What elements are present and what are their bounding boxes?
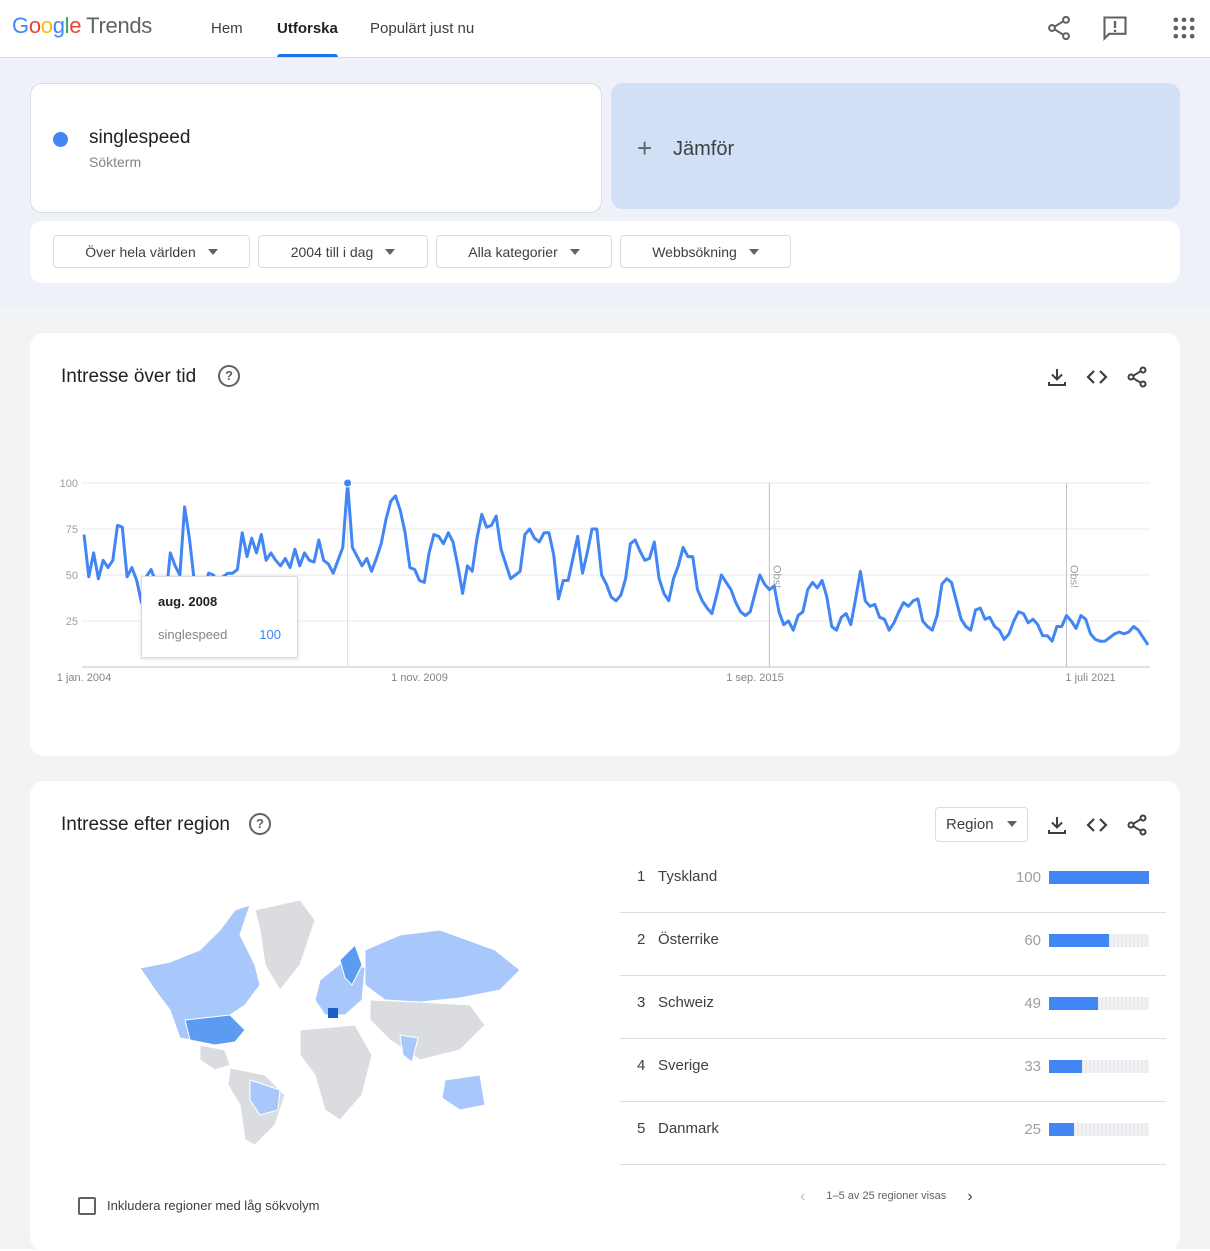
region-name: Tyskland: [658, 868, 718, 885]
y-tick-label: 50: [66, 570, 78, 582]
map-region-russia[interactable]: [364, 929, 521, 1003]
chevron-right-icon[interactable]: ›: [967, 1188, 972, 1205]
y-tick-label: 75: [66, 524, 78, 536]
region-bar: [1049, 934, 1149, 947]
chevron-left-icon[interactable]: ‹: [800, 1188, 805, 1205]
region-value: 60: [1024, 932, 1041, 949]
chart-tooltip: aug. 2008 singlespeed 100: [141, 576, 298, 658]
region-bar: [1049, 1123, 1149, 1136]
region-value: 25: [1024, 1121, 1041, 1138]
caret-down-icon: [1006, 821, 1017, 828]
help-icon[interactable]: ?: [249, 813, 271, 835]
interest-by-region-title: Intresse efter region: [61, 814, 230, 835]
region-row[interactable]: 2 Österrike 60: [620, 913, 1166, 976]
download-icon[interactable]: [1045, 813, 1069, 837]
low-volume-label: Inkludera regioner med låg sökvolym: [107, 1198, 320, 1213]
region-bar: [1049, 1060, 1149, 1073]
region-name: Schweiz: [658, 994, 714, 1011]
world-map[interactable]: [100, 890, 540, 1150]
region-name: Danmark: [658, 1120, 719, 1137]
low-volume-checkbox[interactable]: [78, 1197, 96, 1215]
map-region-africa[interactable]: [299, 1024, 373, 1121]
region-row[interactable]: 3 Schweiz 49: [620, 976, 1166, 1039]
y-tick-label: 25: [66, 616, 78, 628]
region-row[interactable]: 5 Danmark 25: [620, 1102, 1166, 1165]
region-value: 49: [1024, 995, 1041, 1012]
x-tick-label: 1 nov. 2009: [391, 672, 448, 684]
note-label: Obs!: [770, 565, 782, 588]
tooltip-term: singlespeed: [158, 627, 228, 642]
embed-code-icon[interactable]: [1085, 813, 1109, 837]
region-value: 100: [1015, 869, 1041, 886]
region-bar: [1049, 871, 1149, 884]
region-row[interactable]: 1 Tyskland 100: [620, 850, 1166, 913]
map-region-india[interactable]: [399, 1034, 419, 1063]
x-tick-label: 1 jan. 2004: [57, 672, 111, 684]
note-label: Obs!: [1068, 565, 1080, 588]
map-region-europe[interactable]: [314, 944, 366, 1018]
y-tick-label: 100: [60, 478, 78, 490]
region-name: Sverige: [658, 1057, 709, 1074]
map-region-north-america[interactable]: [139, 904, 261, 1046]
region-bar: [1049, 997, 1149, 1010]
resolution-select[interactable]: Region: [935, 807, 1028, 842]
map-region-asia[interactable]: [369, 999, 486, 1061]
map-region-australia[interactable]: [441, 1074, 486, 1111]
share-icon[interactable]: [1125, 813, 1149, 837]
map-region-south-america[interactable]: [227, 1067, 286, 1146]
tooltip-value: 100: [259, 627, 281, 642]
x-tick-label: 1 juli 2021: [1065, 672, 1115, 684]
pagination: ‹ 1–5 av 25 regioner visas ›: [800, 1188, 973, 1205]
map-region-central-america[interactable]: [199, 1044, 231, 1071]
region-value: 33: [1024, 1058, 1041, 1075]
region-row[interactable]: 4 Sverige 33: [620, 1039, 1166, 1102]
map-region-greenland[interactable]: [254, 899, 316, 991]
tooltip-date: aug. 2008: [158, 594, 218, 609]
region-name: Österrike: [658, 931, 719, 948]
x-tick-label: 1 sep. 2015: [726, 672, 784, 684]
hover-point: [343, 478, 353, 488]
